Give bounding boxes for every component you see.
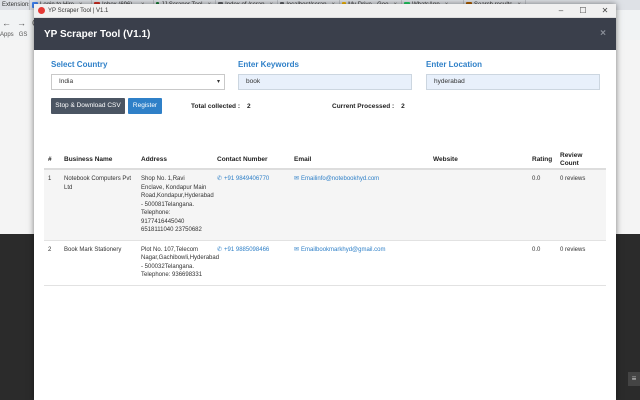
bookmarks-bar: Apps GS — [0, 32, 27, 38]
email-link[interactable]: ✉ Emailinfo@notebookhyd.com — [290, 170, 429, 240]
chevron-down-icon: ▾ — [216, 79, 220, 85]
table-row: 2 Book Mark Stationery Plot No. 107,Tele… — [44, 241, 606, 286]
browser-tab[interactable]: Extensions — [0, 0, 30, 10]
location-input[interactable]: hyderabad — [426, 74, 600, 90]
total-collected-label: Total collected : — [191, 103, 240, 110]
register-button[interactable]: Register — [128, 98, 162, 114]
keywords-input[interactable]: book — [238, 74, 412, 90]
business-address: Shop No. 1,Ravi Enclave, Kondapur Main R… — [141, 176, 214, 233]
country-value: India — [59, 78, 74, 85]
app-window: YP Scraper Tool | V1.1 – ☐ ✕ YP Scraper … — [34, 4, 616, 400]
phone-icon: ✆ — [217, 246, 223, 253]
total-collected-value: 2 — [247, 103, 251, 110]
envelope-icon: ✉ — [294, 246, 300, 253]
scroll-handle-icon[interactable]: ≡ — [628, 372, 640, 386]
apps-label[interactable]: Apps — [0, 32, 14, 38]
window-close-button[interactable]: ✕ — [594, 6, 616, 15]
column-header[interactable]: Contact Number — [213, 151, 290, 170]
modal-close-button[interactable]: × — [600, 28, 606, 39]
country-select[interactable]: India ▾ — [51, 74, 225, 90]
contact-number-text: +91 9849406770 — [224, 176, 270, 182]
website — [429, 170, 528, 240]
keywords-value: book — [246, 78, 261, 85]
email-text: Emailinfo@notebookhyd.com — [301, 176, 380, 182]
column-header[interactable]: # — [44, 151, 60, 170]
app-icon — [38, 7, 45, 14]
contact-number[interactable]: ✆ +91 9885098466 — [213, 241, 290, 285]
website — [429, 241, 528, 285]
review-count: 0 reviews — [560, 176, 586, 182]
minimize-button[interactable]: – — [550, 6, 572, 15]
total-collected: Total collected : 2 — [191, 103, 251, 110]
column-header[interactable]: Rating — [528, 151, 556, 170]
table-row: 1 Notebook Computers Pvt Ltd Shop No. 1,… — [44, 170, 606, 241]
window-controls: – ☐ ✕ — [550, 6, 616, 15]
row-number: 2 — [48, 246, 52, 253]
email-link[interactable]: ✉ Emailbookmarkhyd@gmail.com — [290, 241, 429, 285]
rating: 0.0 — [532, 246, 541, 253]
window-title: YP Scraper Tool | V1.1 — [48, 7, 109, 14]
phone-icon: ✆ — [217, 176, 223, 182]
window-titlebar: YP Scraper Tool | V1.1 – ☐ ✕ — [34, 4, 616, 18]
results-table: # Business Name Address Contact Number E… — [44, 152, 606, 286]
table-header: # Business Name Address Contact Number E… — [44, 152, 606, 170]
search-form: Select Country India ▾ Enter Keywords bo… — [34, 50, 616, 155]
back-icon[interactable]: ← — [2, 18, 11, 28]
review-count: 0 reviews — [560, 246, 586, 253]
current-processed-label: Current Processed : — [332, 103, 395, 110]
column-header[interactable]: Address — [137, 151, 213, 170]
row-number: 1 — [48, 176, 52, 182]
email-text: Emailbookmarkhyd@gmail.com — [301, 246, 386, 253]
maximize-button[interactable]: ☐ — [572, 6, 594, 15]
current-processed: Current Processed : 2 — [332, 103, 405, 110]
forward-icon[interactable]: → — [17, 18, 26, 28]
contact-number[interactable]: ✆ +91 9849406770 — [213, 170, 290, 240]
column-header[interactable]: Website — [429, 151, 528, 170]
envelope-icon: ✉ — [294, 176, 300, 182]
current-processed-value: 2 — [401, 103, 405, 110]
country-label: Select Country — [51, 60, 108, 69]
business-name: Notebook Computers Pvt Ltd — [64, 176, 132, 191]
location-value: hyderabad — [434, 78, 465, 85]
business-address: Plot No. 107,Telecom Nagar,Gachibowli,Hy… — [141, 246, 220, 279]
keywords-label: Enter Keywords — [238, 60, 299, 69]
contact-number-text: +91 9885098466 — [224, 246, 270, 253]
app-header: YP Scraper Tool (V1.1) × — [34, 18, 616, 50]
tab-label: Extensions — [2, 2, 30, 8]
column-header[interactable]: Business Name — [60, 151, 137, 170]
app-title: YP Scraper Tool (V1.1) — [44, 28, 151, 40]
rating: 0.0 — [532, 176, 541, 182]
gs-label[interactable]: GS — [19, 32, 28, 38]
stop-download-csv-button[interactable]: Stop & Download CSV — [51, 98, 125, 114]
location-label: Enter Location — [426, 60, 483, 69]
column-header[interactable]: Email — [290, 151, 429, 170]
business-name: Book Mark Stationery — [64, 246, 122, 253]
